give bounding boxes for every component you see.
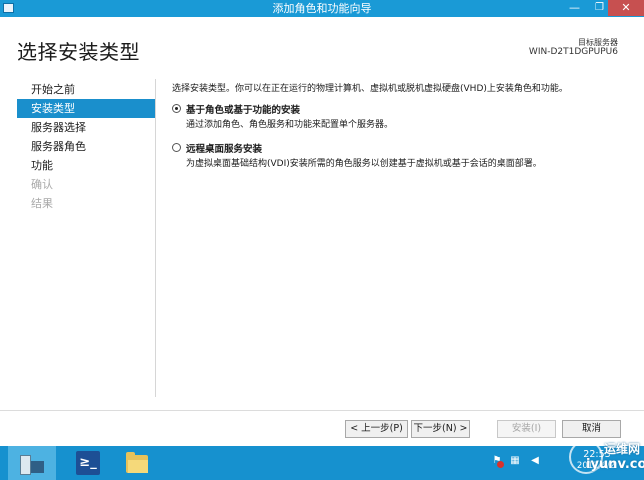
remote-desktop-label[interactable]: 远程桌面服务安装: [186, 141, 262, 155]
file-explorer-icon: [125, 451, 149, 475]
wizard-steps-sidebar: 开始之前 安装类型 服务器选择 服务器角色 功能 确认 结果: [17, 80, 156, 213]
remote-desktop-radio[interactable]: [172, 143, 181, 152]
cancel-button[interactable]: 取消: [562, 420, 621, 438]
watermark-bottom-text: iyunv.com: [586, 457, 644, 472]
intro-text: 选择安装类型。你可以在正在运行的物理计算机、虚拟机或脱机虚拟硬盘(VHD)上安装…: [172, 84, 568, 94]
sidebar-item-confirmation: 确认: [31, 178, 53, 191]
footer-divider: [0, 410, 644, 411]
server-manager-icon: [20, 451, 44, 475]
watermark-top-text: 运维网: [604, 442, 641, 456]
sidebar-item-features[interactable]: 功能: [17, 156, 156, 175]
taskbar-powershell[interactable]: ≥_: [64, 446, 112, 480]
taskbar: ≥_: [0, 446, 644, 480]
next-button[interactable]: 下一步(N) >: [411, 420, 470, 438]
minimize-button[interactable]: —: [562, 0, 587, 16]
wizard-window: 添加角色和功能向导 — ❐ ✕ 选择安装类型 目标服务器 WIN-D2T1DGP…: [0, 0, 644, 446]
sidebar-item-server-selection[interactable]: 服务器选择: [17, 118, 156, 137]
role-based-description: 通过添加角色、角色服务和功能来配置单个服务器。: [186, 120, 394, 130]
window-title: 添加角色和功能向导: [272, 2, 372, 15]
taskbar-file-explorer[interactable]: [113, 446, 161, 480]
close-button[interactable]: ✕: [608, 0, 644, 16]
role-based-radio[interactable]: [172, 104, 181, 113]
powershell-icon: ≥_: [76, 451, 100, 475]
site-watermark: 运维网 iyunv.com: [566, 437, 644, 480]
install-button: 安装(I): [497, 420, 556, 438]
volume-icon[interactable]: ◀: [530, 456, 540, 466]
previous-button[interactable]: < 上一步(P): [345, 420, 408, 438]
action-center-flag-icon[interactable]: ⚑: [492, 456, 504, 468]
remote-desktop-description: 为虚拟桌面基础结构(VDI)安装所需的角色服务以创建基于虚拟机或基于会话的桌面部…: [186, 159, 542, 169]
page-title: 选择安装类型: [17, 40, 140, 64]
sidebar-item-server-roles[interactable]: 服务器角色: [17, 137, 156, 156]
network-icon[interactable]: ▦: [510, 456, 520, 466]
sidebar-item-results: 结果: [31, 197, 53, 210]
sidebar-item-installation-type[interactable]: 安装类型: [17, 99, 156, 118]
role-based-label[interactable]: 基于角色或基于功能的安装: [186, 102, 300, 116]
sidebar-divider: [155, 79, 156, 397]
sidebar-item-before-you-begin[interactable]: 开始之前: [17, 80, 156, 99]
taskbar-server-manager[interactable]: [8, 446, 56, 480]
target-server-name: WIN-D2T1DGPUPU6: [528, 47, 618, 57]
title-bar[interactable]: 添加角色和功能向导 — ❐ ✕: [0, 0, 644, 17]
